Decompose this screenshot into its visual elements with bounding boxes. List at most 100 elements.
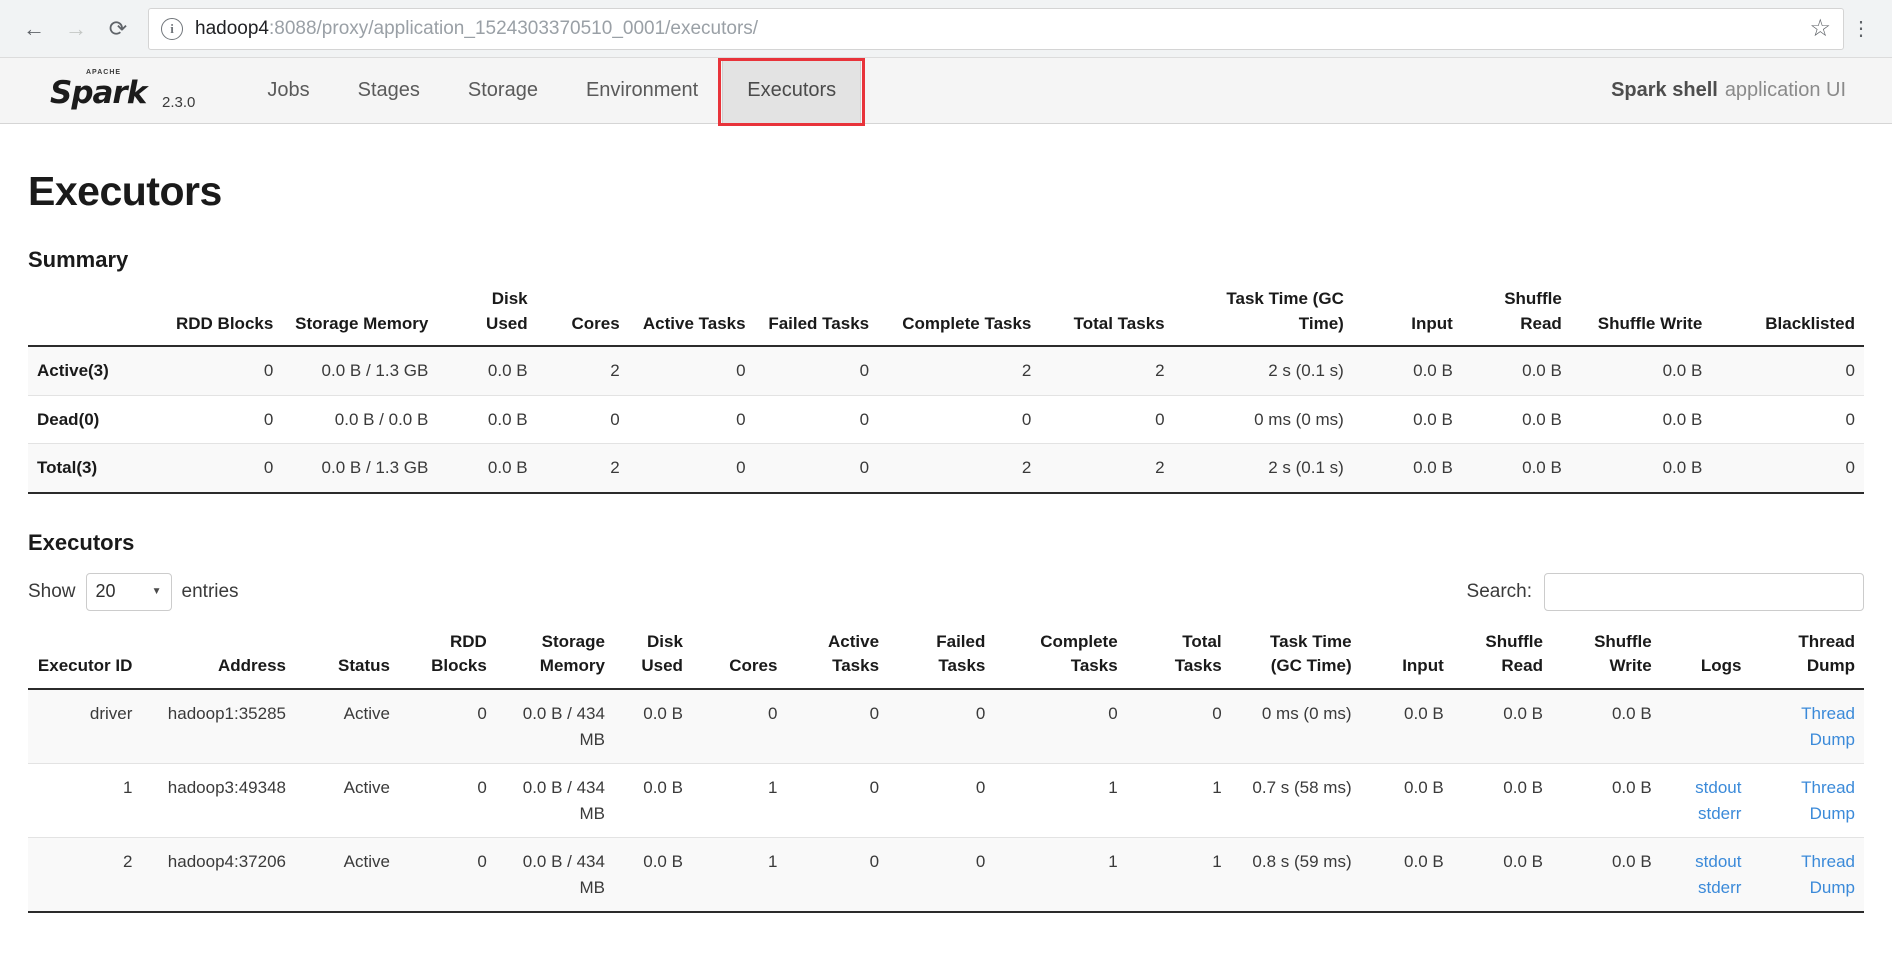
exec-col-rdd-blocks[interactable]: RDD Blocks: [398, 629, 496, 691]
summary-col-failed-tasks: Failed Tasks: [754, 287, 879, 348]
summary-header-row: RDD Blocks Storage Memory Disk Used Core…: [28, 287, 1864, 348]
cell-logs: [1660, 689, 1751, 765]
cell-disk-used: 0.0 B: [437, 395, 537, 445]
cell-rdd-blocks: 0: [161, 395, 283, 445]
stdout-link[interactable]: stdout: [1670, 849, 1741, 875]
search-input[interactable]: [1544, 572, 1864, 611]
exec-col-complete-tasks[interactable]: Complete Tasks: [994, 629, 1127, 691]
cell-active-tasks: 0: [628, 443, 755, 494]
exec-col-failed-tasks[interactable]: Failed Tasks: [888, 629, 995, 691]
exec-col-logs[interactable]: Logs: [1660, 629, 1751, 691]
exec-col-disk-used[interactable]: Disk Used: [613, 629, 692, 691]
exec-col-active-tasks[interactable]: Active Tasks: [786, 629, 889, 691]
summary-col-cores: Cores: [536, 287, 629, 348]
stdout-link[interactable]: stdout: [1670, 775, 1741, 801]
stderr-link[interactable]: stderr: [1670, 875, 1741, 901]
cell-status: Active: [294, 689, 399, 765]
browser-menu-icon[interactable]: ⋮: [1844, 16, 1878, 41]
entries-per-page-select[interactable]: 20 ▼: [85, 572, 172, 611]
forward-icon[interactable]: →: [56, 9, 96, 49]
cell-total-tasks: 1: [1126, 763, 1231, 839]
tab-stages[interactable]: Stages: [334, 58, 444, 123]
cell-cores: 2: [536, 346, 629, 396]
cell-failed-tasks: 0: [754, 443, 879, 494]
exec-col-cores[interactable]: Cores: [691, 629, 787, 691]
tab-executors[interactable]: Executors: [722, 58, 862, 123]
bookmark-star-icon[interactable]: ☆: [1809, 16, 1831, 41]
chevron-down-icon: ▼: [151, 585, 162, 597]
summary-col-complete-tasks: Complete Tasks: [878, 287, 1041, 348]
url-path: :8088/proxy/application_1524303370510_00…: [268, 17, 759, 39]
summary-col-blank: [28, 287, 162, 348]
thread-dump-link[interactable]: Thread Dump: [1801, 704, 1855, 749]
cell-shuffle-read: 0.0 B: [1461, 346, 1571, 396]
exec-col-address[interactable]: Address: [141, 629, 295, 691]
reload-icon[interactable]: ⟳: [98, 9, 138, 49]
cell-shuffle-write: 0.0 B: [1570, 395, 1712, 445]
cell-disk-used: 0.0 B: [613, 689, 692, 765]
cell-complete-tasks: 1: [994, 837, 1127, 914]
cell-storage-memory: 0.0 B / 1.3 GB: [282, 443, 438, 494]
address-bar[interactable]: i hadoop4:8088/proxy/application_1524303…: [148, 7, 1844, 50]
summary-col-disk-used: Disk Used: [437, 287, 537, 348]
exec-col-storage-memory[interactable]: Storage Memory: [495, 629, 614, 691]
executors-table: Executor ID Address Status RDD Blocks St…: [28, 629, 1864, 914]
cell-complete-tasks: 0: [994, 689, 1127, 765]
cell-storage-memory: 0.0 B / 434 MB: [495, 837, 614, 914]
table-row: 2 hadoop4:37206 Active 0 0.0 B / 434 MB …: [28, 837, 1864, 914]
exec-col-shuffle-write[interactable]: Shuffle Write: [1551, 629, 1661, 691]
cell-active-tasks: 0: [786, 837, 889, 914]
cell-input: 0.0 B: [1360, 689, 1453, 765]
cell-total-tasks: 1: [1126, 837, 1231, 914]
page-content: Executors Summary RDD Blocks Storage Mem…: [0, 168, 1892, 914]
cell-total-tasks: 0: [1040, 395, 1174, 445]
cell-task-time: 0.7 s (58 ms): [1230, 763, 1361, 839]
cell-logs: stdout stderr: [1660, 763, 1751, 839]
tab-jobs[interactable]: Jobs: [243, 58, 333, 123]
cell-active-tasks: 0: [628, 395, 755, 445]
site-info-icon[interactable]: i: [161, 17, 183, 40]
thread-dump-link[interactable]: Thread Dump: [1801, 778, 1855, 823]
entries-label: entries: [181, 580, 239, 602]
cell-cores: 2: [536, 443, 629, 494]
spark-navbar: APACHE Spark 2.3.0 Jobs Stages Storage E…: [0, 58, 1892, 126]
cell-total-tasks: 2: [1040, 346, 1174, 396]
cell-cores: 0: [691, 689, 787, 765]
app-title: Spark shell application UI: [1611, 58, 1892, 123]
thread-dump-link[interactable]: Thread Dump: [1801, 852, 1855, 897]
exec-col-total-tasks[interactable]: Total Tasks: [1126, 629, 1231, 691]
url-text: hadoop4:8088/proxy/application_152430337…: [195, 18, 758, 40]
exec-col-executor-id[interactable]: Executor ID: [28, 629, 142, 691]
table-controls: Show 20 ▼ entries Search:: [28, 570, 1864, 614]
summary-col-task-time: Task Time (GC Time): [1173, 287, 1353, 348]
cell-blacklisted: 0: [1711, 346, 1864, 396]
back-icon[interactable]: ←: [14, 9, 54, 49]
cell-shuffle-read: 0.0 B: [1452, 837, 1552, 914]
show-entries-control: Show 20 ▼ entries: [28, 572, 239, 611]
exec-col-task-time[interactable]: Task Time (GC Time): [1230, 629, 1361, 691]
stderr-link[interactable]: stderr: [1670, 801, 1741, 827]
cell-complete-tasks: 1: [994, 763, 1127, 839]
exec-col-input[interactable]: Input: [1360, 629, 1453, 691]
cell-address: hadoop3:49348: [141, 763, 295, 839]
cell-complete-tasks: 2: [878, 346, 1041, 396]
cell-shuffle-read: 0.0 B: [1452, 689, 1552, 765]
cell-complete-tasks: 2: [878, 443, 1041, 494]
spark-logo-link[interactable]: APACHE Spark 2.3.0: [0, 58, 195, 123]
tab-storage[interactable]: Storage: [444, 58, 562, 123]
cell-storage-memory: 0.0 B / 1.3 GB: [282, 346, 438, 396]
summary-row-label: Total(3): [28, 443, 162, 494]
summary-row-label: Active(3): [28, 346, 162, 396]
exec-col-shuffle-read[interactable]: Shuffle Read: [1452, 629, 1552, 691]
summary-col-blacklisted: Blacklisted: [1711, 287, 1864, 348]
exec-col-thread-dump[interactable]: Thread Dump: [1750, 629, 1864, 691]
cell-status: Active: [294, 763, 399, 839]
search-label: Search:: [1466, 580, 1532, 602]
tab-environment[interactable]: Environment: [562, 58, 722, 123]
cell-rdd-blocks: 0: [398, 689, 496, 765]
cell-cores: 1: [691, 837, 787, 914]
executors-header-row: Executor ID Address Status RDD Blocks St…: [28, 629, 1864, 691]
cell-executor-id: driver: [28, 689, 142, 765]
cell-storage-memory: 0.0 B / 434 MB: [495, 689, 614, 765]
exec-col-status[interactable]: Status: [294, 629, 399, 691]
